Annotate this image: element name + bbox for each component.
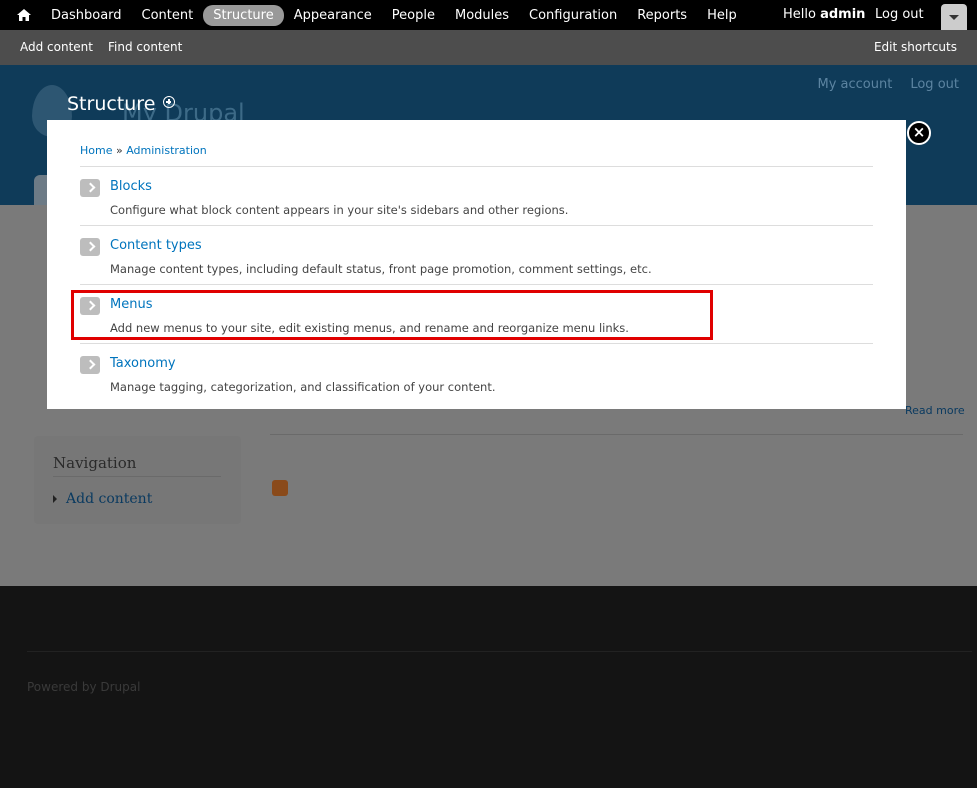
breadcrumb-home[interactable]: Home <box>80 144 112 157</box>
toolbar-item-configuration[interactable]: Configuration <box>519 5 627 26</box>
navigation-divider <box>53 476 221 477</box>
toolbar-item-reports[interactable]: Reports <box>627 5 697 26</box>
structure-overlay-dialog: Home » Administration Blocks Configure w… <box>47 120 906 409</box>
list-item-blocks: Blocks Configure what block content appe… <box>80 166 873 225</box>
toolbar-item-appearance[interactable]: Appearance <box>284 5 382 26</box>
close-icon: × <box>912 123 926 141</box>
blocks-description: Configure what block content appears in … <box>110 203 569 217</box>
edit-shortcuts-link[interactable]: Edit shortcuts <box>874 40 957 54</box>
site-footer: Powered by Drupal <box>0 586 977 788</box>
home-icon[interactable] <box>16 7 32 23</box>
menus-highlight-box <box>71 290 713 340</box>
admin-toolbar: Dashboard Content Structure Appearance P… <box>0 0 977 30</box>
chevron-down-icon <box>949 15 959 20</box>
list-item-content-types: Content types Manage content types, incl… <box>80 225 873 284</box>
greeting-text: Hello <box>783 7 816 22</box>
footer-divider <box>27 651 972 652</box>
content-types-description: Manage content types, including default … <box>110 262 652 276</box>
chevron-right-icon[interactable] <box>80 179 100 197</box>
triangle-right-icon <box>53 495 57 503</box>
page-title-text: Structure <box>67 93 156 115</box>
close-overlay-button[interactable]: × <box>907 121 931 145</box>
toolbar-item-modules[interactable]: Modules <box>445 5 519 26</box>
toolbar-logout-link[interactable]: Log out <box>875 7 924 22</box>
shortcut-add-content[interactable]: Add content <box>20 40 93 54</box>
navigation-block: Navigation Add content <box>34 436 241 524</box>
user-greeting: Hello admin <box>783 7 865 22</box>
username[interactable]: admin <box>820 7 865 22</box>
navigation-item-add-content: Add content <box>53 491 152 507</box>
breadcrumb-administration[interactable]: Administration <box>126 144 207 157</box>
breadcrumb: Home » Administration <box>80 144 207 157</box>
header-logout-link: Log out <box>910 77 959 92</box>
shortcuts-drawer-toggle[interactable] <box>941 4 967 30</box>
blocks-link[interactable]: Blocks <box>110 179 152 194</box>
toolbar-item-help[interactable]: Help <box>697 5 747 26</box>
toolbar-item-people[interactable]: People <box>382 5 445 26</box>
shortcut-find-content[interactable]: Find content <box>108 40 182 54</box>
rss-feed-icon <box>272 480 288 496</box>
shortcuts-bar: Add content Find content Edit shortcuts <box>0 30 977 65</box>
powered-by-text: Powered by Drupal <box>27 680 141 694</box>
breadcrumb-separator: » <box>112 144 127 157</box>
navigation-item-label: Add content <box>66 491 153 507</box>
toolbar-item-structure[interactable]: Structure <box>203 4 284 26</box>
navigation-heading: Navigation <box>53 454 137 472</box>
toolbar-item-dashboard[interactable]: Dashboard <box>41 5 132 26</box>
toolbar-menu: Dashboard Content Structure Appearance P… <box>41 0 747 30</box>
page-title: Structure <box>67 93 176 115</box>
taxonomy-link[interactable]: Taxonomy <box>110 356 176 371</box>
toolbar-item-content[interactable]: Content <box>132 5 204 26</box>
add-shortcut-icon[interactable] <box>163 96 176 108</box>
chevron-right-icon[interactable] <box>80 356 100 374</box>
content-divider <box>270 434 963 435</box>
structure-admin-list: Blocks Configure what block content appe… <box>80 166 873 402</box>
list-item-taxonomy: Taxonomy Manage tagging, categorization,… <box>80 343 873 402</box>
chevron-right-icon[interactable] <box>80 238 100 256</box>
content-types-link[interactable]: Content types <box>110 238 202 253</box>
read-more-link: Read more <box>905 404 965 417</box>
taxonomy-description: Manage tagging, categorization, and clas… <box>110 380 496 394</box>
my-account-link: My account <box>817 77 893 92</box>
